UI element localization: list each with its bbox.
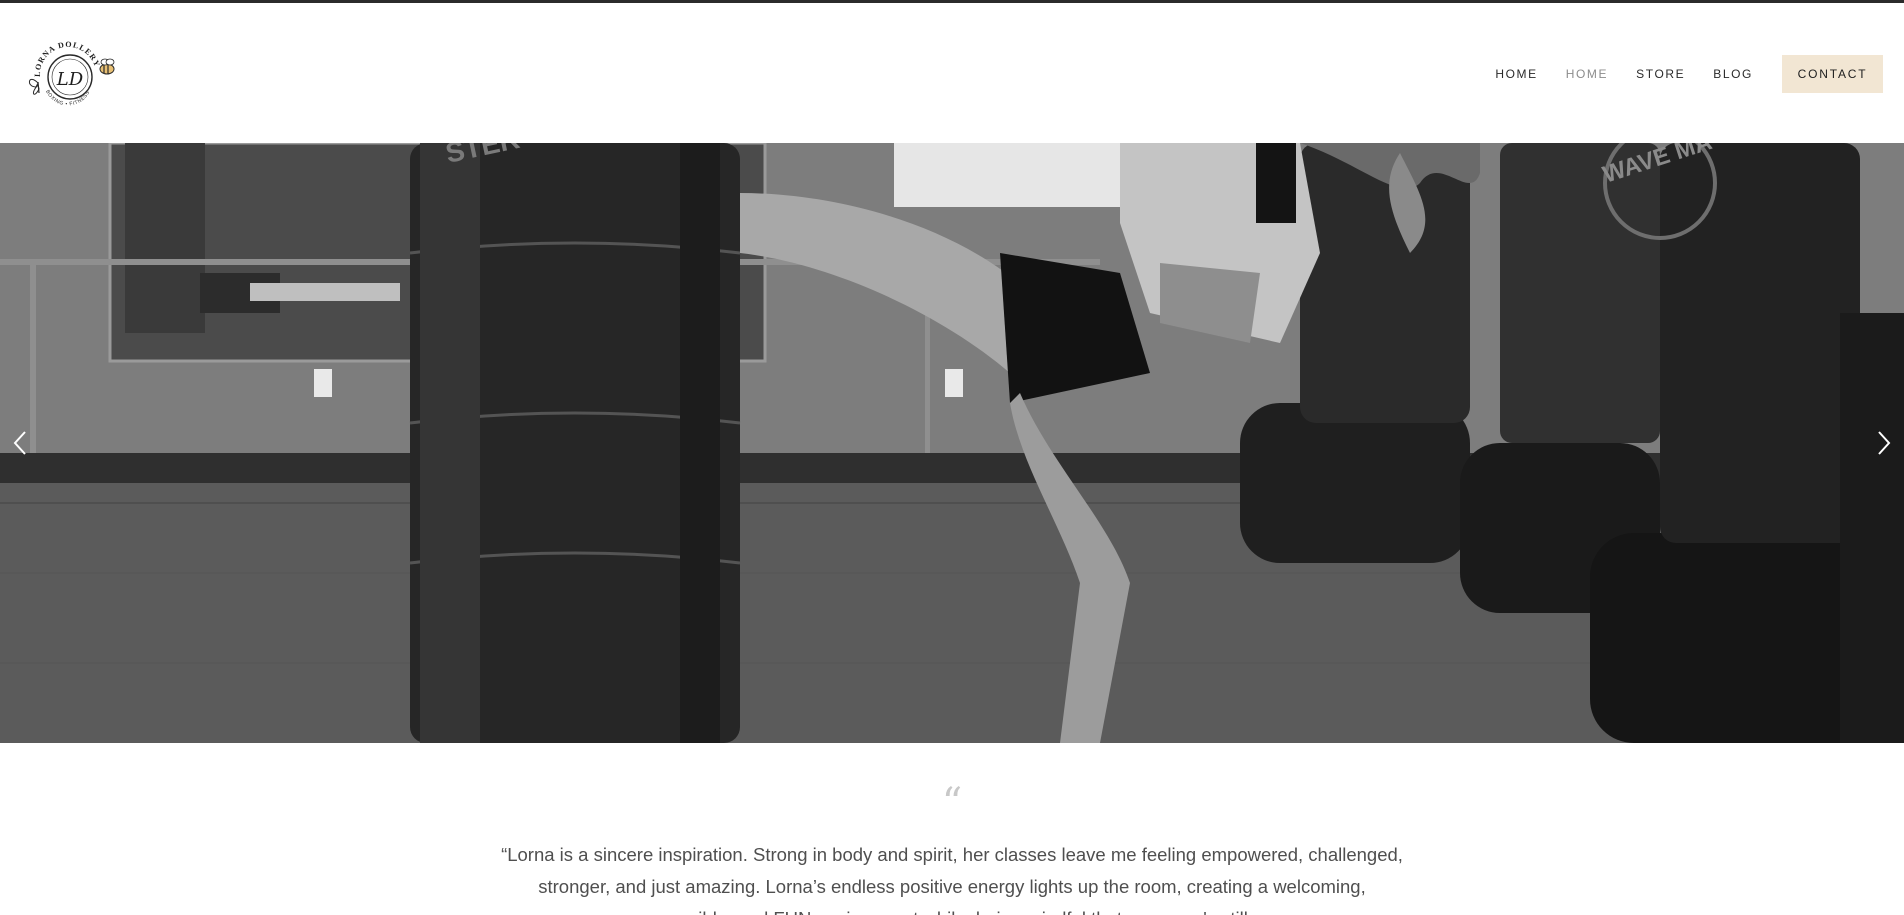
slideshow-next[interactable] [1864,423,1904,463]
slideshow-prev[interactable] [0,423,40,463]
hero-slideshow: STER WAVE MA [0,143,1904,743]
quote-mark-icon: “ [941,780,963,826]
butterfly-icon [29,78,40,95]
logo-emblem: LORNA DOLLERY BOXING • FITNESS LD [29,40,115,107]
testimonial-section: “ “Lorna is a sincere inspiration. Stron… [0,743,1904,915]
nav-store[interactable]: STORE [1636,67,1685,81]
hero-image: STER WAVE MA [0,143,1904,743]
bee-icon [99,58,115,75]
chevron-right-icon [1878,431,1891,455]
nav-home[interactable]: HOME [1495,67,1537,81]
brand-logo[interactable]: LORNA DOLLERY BOXING • FITNESS LD [24,33,124,113]
nav-blog[interactable]: BLOG [1713,67,1753,81]
main-nav: HOME HOME STORE BLOG CONTACT [1467,55,1883,93]
contact-button[interactable]: CONTACT [1782,55,1883,93]
testimonial-text: “Lorna is a sincere inspiration. Strong … [501,844,1403,915]
site-header: LORNA DOLLERY BOXING • FITNESS LD HOME H… [0,3,1904,143]
chevron-left-icon [13,431,26,455]
nav-home-secondary[interactable]: HOME [1566,67,1608,81]
logo-monogram: LD [56,69,84,90]
